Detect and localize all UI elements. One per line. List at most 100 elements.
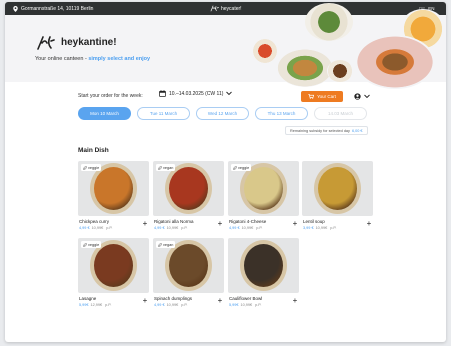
diet-badge-label: veggie: [88, 242, 100, 247]
diet-badge: vegan: [156, 164, 176, 171]
price-unit: p.P.: [181, 303, 188, 307]
sale-price: 5,99€: [79, 303, 89, 307]
address-block: Gormannstraße 14, 10119 Berlin: [13, 2, 93, 15]
day-tab-mon[interactable]: Mon 10 March: [78, 107, 131, 120]
dish-card[interactable]: Lentil soup 3,99 €10,99€ p.P. +: [302, 161, 373, 230]
dish-image[interactable]: vegan: [153, 161, 224, 216]
day-tab-thu[interactable]: Thu 13 March: [255, 107, 308, 120]
leaf-icon: [158, 242, 162, 247]
dish-price: 3,99 €10,99€ p.P.: [303, 226, 336, 230]
dish-price: 5,99€ 10,99€ p.P.: [229, 303, 261, 307]
user-menu[interactable]: [354, 91, 370, 102]
add-to-cart-plus-icon[interactable]: +: [141, 296, 149, 305]
original-price: 10,99€: [166, 226, 179, 230]
add-to-cart-plus-icon[interactable]: +: [216, 296, 224, 305]
dish-food: [94, 244, 133, 287]
hero-bowl-image: [253, 39, 277, 63]
tagline: Your online canteen - simply select and …: [35, 56, 150, 62]
dish-food: [318, 167, 357, 210]
diet-badge-label: veggie: [238, 165, 250, 170]
original-price: 12,99€: [90, 303, 103, 307]
dish-image[interactable]: [302, 161, 373, 216]
dish-card[interactable]: veggie Chickpea curry 4,99 €10,99€ p.P. +: [78, 161, 149, 230]
heykantine-mark-icon: [35, 34, 55, 51]
brand-name: heycater!: [221, 5, 242, 12]
dish-name: Lentil soup: [303, 219, 325, 224]
calendar-icon: [159, 90, 166, 97]
week-range-text: 10.–14.03.2025 (CW 11): [169, 90, 224, 97]
cart-button[interactable]: Your Cart: [301, 91, 343, 102]
sale-price: 4,99 €: [229, 226, 240, 230]
brand-logo[interactable]: heycater!: [210, 2, 242, 15]
leaf-icon: [233, 165, 237, 170]
price-unit: p.P.: [255, 303, 262, 307]
start-order-label: Start your order for the week:: [78, 93, 143, 99]
dish-name: Chickpea curry: [79, 219, 110, 224]
dish-price: 4,99 €10,99€ p.P.: [229, 226, 262, 230]
original-price: 10,99€: [166, 303, 179, 307]
leaf-icon: [83, 165, 87, 170]
sale-price: 5,99€: [229, 303, 239, 307]
chevron-down-icon: [226, 91, 233, 96]
diet-badge: veggie: [81, 241, 102, 248]
tagline-prefix: Your online canteen -: [35, 56, 89, 62]
dish-card[interactable]: veggie Rigatoni 4-Cheese 4,99 €10,99€ p.P. +: [228, 161, 299, 230]
hero-bowl-image: [355, 35, 435, 89]
sale-price: 4,99 €: [79, 226, 90, 230]
diet-badge: veggie: [231, 164, 252, 171]
sale-price: 3,99 €: [303, 226, 314, 230]
hero-bowl-image: [277, 49, 333, 87]
diet-badge-label: veggie: [88, 165, 100, 170]
add-to-cart-plus-icon[interactable]: +: [365, 219, 373, 228]
dish-image[interactable]: vegan: [153, 238, 224, 293]
logo-text: heykantine!: [61, 37, 117, 48]
price-unit: p.P.: [105, 303, 112, 307]
dish-name: Cauliflower Bowl: [229, 296, 263, 301]
add-to-cart-plus-icon[interactable]: +: [291, 219, 299, 228]
subsidy-label: Remaining subsidy for selected day: [290, 128, 350, 133]
hero-bowl-image: [305, 3, 353, 41]
day-tabs: Mon 10 March Tue 11 March Wed 12 March T…: [78, 107, 367, 120]
dish-food: [169, 167, 208, 210]
section-title: Main Dish: [78, 147, 109, 154]
chevron-down-icon: [364, 94, 370, 99]
dish-card[interactable]: Cauliflower Bowl 5,99€ 10,99€ p.P. +: [228, 238, 299, 307]
cart-label: Your Cart: [317, 94, 336, 99]
add-to-cart-plus-icon[interactable]: +: [216, 219, 224, 228]
dish-name: Spinach dumplings: [154, 296, 193, 301]
dish-card[interactable]: vegan Spinach dumplings 4,99 €10,99€ p.P. +: [153, 238, 224, 307]
day-tab-tue[interactable]: Tue 11 March: [137, 107, 190, 120]
dish-image[interactable]: veggie: [78, 161, 149, 216]
dish-food: [244, 167, 283, 210]
hero-bowl-image: [327, 60, 353, 82]
original-price: 10,99€: [240, 303, 253, 307]
hero-banner: heykantine! Your online canteen - simply…: [5, 3, 446, 89]
dish-image[interactable]: veggie: [78, 238, 149, 293]
diet-badge-label: vegan: [163, 165, 174, 170]
location-pin-icon: [13, 5, 18, 12]
original-price: 10,99€: [241, 226, 254, 230]
subsidy-amount: 6,00 €: [351, 128, 363, 133]
dish-price: 4,99 €10,99€ p.P.: [154, 226, 187, 230]
app-frame: Gormannstraße 14, 10119 Berlin heycater!…: [5, 2, 446, 342]
heykantine-logo: heykantine!: [35, 34, 117, 51]
address-text: Gormannstraße 14, 10119 Berlin: [21, 5, 94, 12]
dish-name: Rigatoni alla Norma: [154, 219, 194, 224]
diet-badge: veggie: [81, 164, 102, 171]
subsidy-badge: Remaining subsidy for selected day 6,00 …: [285, 126, 368, 135]
dish-food: [94, 167, 133, 210]
diet-badge-label: vegan: [163, 242, 174, 247]
dish-card[interactable]: veggie Lasagne 5,99€ 12,99€ p.P. +: [78, 238, 149, 307]
leaf-icon: [83, 242, 87, 247]
tagline-highlight: simply select and enjoy: [88, 56, 151, 62]
week-picker[interactable]: 10.–14.03.2025 (CW 11): [159, 90, 233, 97]
add-to-cart-plus-icon[interactable]: +: [291, 296, 299, 305]
add-to-cart-plus-icon[interactable]: +: [141, 219, 149, 228]
price-unit: p.P.: [256, 226, 263, 230]
day-tab-wed[interactable]: Wed 12 March: [196, 107, 249, 120]
dish-image[interactable]: veggie: [228, 161, 299, 216]
dish-card[interactable]: vegan Rigatoni alla Norma 4,99 €10,99€ p.P.…: [153, 161, 224, 230]
dish-image[interactable]: [228, 238, 299, 293]
dish-price: 5,99€ 12,99€ p.P.: [79, 303, 111, 307]
user-avatar-icon: [354, 93, 361, 100]
